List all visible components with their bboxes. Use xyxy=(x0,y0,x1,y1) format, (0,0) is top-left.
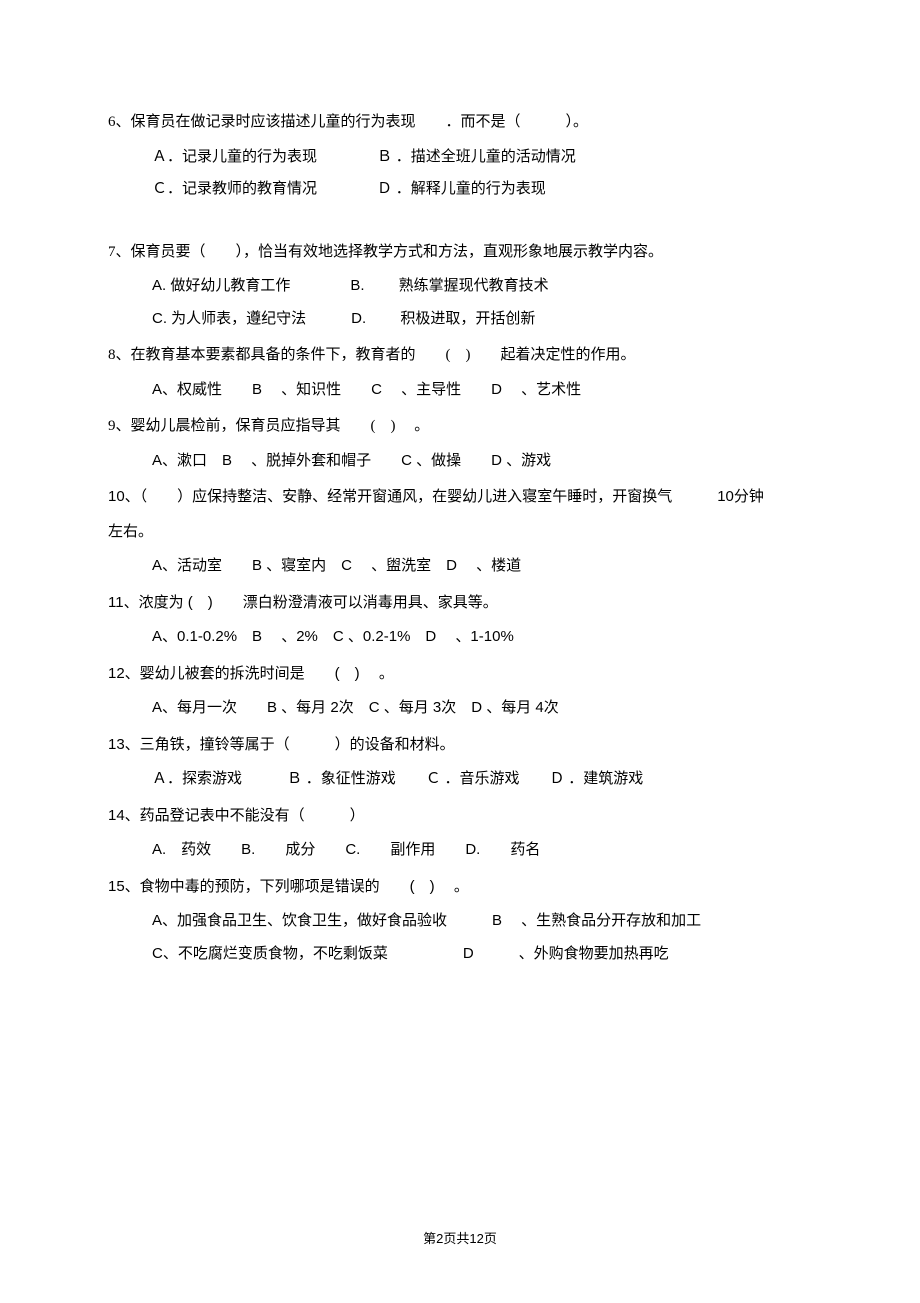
q6-options-2: Ｃ．记录教师的教育情况 Ｄ ．解释儿童的行为表现 xyxy=(108,175,812,204)
q14-options: A. 药效 B. 成分 C. 副作用 D. 药名 xyxy=(108,836,812,865)
q11-stem: 11、浓度为 ( ) 漂白粉澄清液可以消毒用具、家具等。 xyxy=(108,589,812,618)
page-footer: 第2页共12页 xyxy=(0,1228,920,1247)
question-12: 12、婴幼儿被套的拆洗时间是 ( ) 。 A、每月一次 B 、每月 2次 C 、… xyxy=(108,660,812,723)
q8-stem: 8、在教育基本要素都具备的条件下，教育者的 ( ) 起着决定性的作用。 xyxy=(108,341,812,370)
q11-options: A、0.1-0.2% B 、2% C 、0.2-1% D 、1-10% xyxy=(108,623,812,652)
q15-stem: 15、食物中毒的预防，下列哪项是错误的 ( ) 。 xyxy=(108,873,812,902)
q8-options: A、权威性 B 、知识性 C 、主导性 D 、艺术性 xyxy=(108,376,812,405)
q9-options: A、漱口 B 、脱掉外套和帽子 C 、做操 D 、游戏 xyxy=(108,447,812,476)
question-7: 7、保育员要（ ），恰当有效地选择教学方式和方法，直观形象地展示教学内容。 A.… xyxy=(108,238,812,334)
q10-stem-line1: 10、（ ）应保持整洁、安静、经常开窗通风，在婴幼儿进入寝室午睡时，开窗换气 1… xyxy=(108,483,812,512)
q7-options-1: A. 做好幼儿教育工作 B. 熟练掌握现代教育技术 xyxy=(108,272,812,301)
q15-options-1: A、加强食品卫生、饮食卫生，做好食品验收 B 、生熟食品分开存放和加工 xyxy=(108,907,812,936)
q13-stem: 13、三角铁，撞铃等属于（ ）的设备和材料。 xyxy=(108,731,812,760)
q9-stem: 9、婴幼儿晨检前，保育员应指导其 ( ) 。 xyxy=(108,412,812,441)
q6-stem-pre: 6、保育员在做记录时应该描述儿童的行为表现 xyxy=(108,114,416,130)
spacer xyxy=(108,212,812,238)
q6-stem-suf: ．而不是（ ）。 xyxy=(446,114,589,130)
q12-stem: 12、婴幼儿被套的拆洗时间是 ( ) 。 xyxy=(108,660,812,689)
q15-options-2: C、不吃腐烂变质食物，不吃剩饭菜 D 、外购食物要加热再吃 xyxy=(108,940,812,969)
page-body: 6、保育员在做记录时应该描述儿童的行为表现 ．而不是（ ）。 Ａ．记录儿童的行为… xyxy=(0,0,920,968)
q14-stem: 14、药品登记表中不能没有（ ） xyxy=(108,802,812,831)
q10-stem-line2: 左右。 xyxy=(108,518,812,547)
q13-options: Ａ．探索游戏 Ｂ ．象征性游戏 Ｃ ．音乐游戏 Ｄ ．建筑游戏 xyxy=(108,765,812,794)
q10-options: A、活动室 B 、寝室内 C 、盥洗室 D 、楼道 xyxy=(108,552,812,581)
question-8: 8、在教育基本要素都具备的条件下，教育者的 ( ) 起着决定性的作用。 A、权威… xyxy=(108,341,812,404)
question-6: 6、保育员在做记录时应该描述儿童的行为表现 ．而不是（ ）。 Ａ．记录儿童的行为… xyxy=(108,108,812,204)
question-11: 11、浓度为 ( ) 漂白粉澄清液可以消毒用具、家具等。 A、0.1-0.2% … xyxy=(108,589,812,652)
q12-options: A、每月一次 B 、每月 2次 C 、每月 3次 D 、每月 4次 xyxy=(108,694,812,723)
q7-stem: 7、保育员要（ ），恰当有效地选择教学方式和方法，直观形象地展示教学内容。 xyxy=(108,238,812,267)
q7-options-2: C. 为人师表，遵纪守法 D. 积极进取，开括创新 xyxy=(108,305,812,334)
question-10: 10、（ ）应保持整洁、安静、经常开窗通风，在婴幼儿进入寝室午睡时，开窗换气 1… xyxy=(108,483,812,581)
question-9: 9、婴幼儿晨检前，保育员应指导其 ( ) 。 A、漱口 B 、脱掉外套和帽子 C… xyxy=(108,412,812,475)
question-14: 14、药品登记表中不能没有（ ） A. 药效 B. 成分 C. 副作用 D. 药… xyxy=(108,802,812,865)
question-15: 15、食物中毒的预防，下列哪项是错误的 ( ) 。 A、加强食品卫生、饮食卫生，… xyxy=(108,873,812,969)
question-13: 13、三角铁，撞铃等属于（ ）的设备和材料。 Ａ．探索游戏 Ｂ ．象征性游戏 Ｃ… xyxy=(108,731,812,794)
q6-options-1: Ａ．记录儿童的行为表现 Ｂ ．描述全班儿童的活动情况 xyxy=(108,143,812,172)
q6-stem: 6、保育员在做记录时应该描述儿童的行为表现 ．而不是（ ）。 xyxy=(108,108,812,137)
